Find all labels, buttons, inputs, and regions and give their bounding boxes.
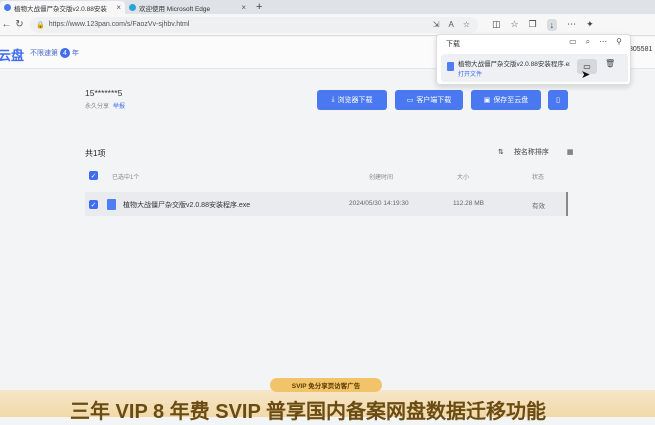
exe-file-icon [107,199,116,210]
header-time[interactable]: 创建时间 [369,172,393,181]
promo-headline: 三年 VIP 8 年费 SVIP 普享国内备案网盘数据迁移功能 [70,401,546,423]
header-selected: 已选中1个 [112,175,140,181]
download-item[interactable]: 植物大战僵尸杂交版v2.0.88安装程序.exe 打开文件 ▭ 🗑 [441,54,628,82]
table-row[interactable]: ✓ 植物大战僵尸杂交版v2.0.88安装程序.exe 2024/05/30 14… [85,192,568,216]
site-slogan: 不限速第 4 年 [30,48,79,58]
item-count: 共1项 [85,149,106,158]
sort-control[interactable]: ⇅ 按名称排序 ▦ [498,147,574,157]
address-bar-row: ← ↻ 🔒 https://www.123pan.com/s/FaozVv-sj… [0,14,655,36]
pan-favicon-icon [4,4,11,11]
tab-bar: 植物大战僵尸杂交版v2.0.88安装 × 欢迎使用 Microsoft Edge… [0,0,655,14]
file-size: 112.28 MB [453,200,484,207]
new-tab-button[interactable]: + [250,1,268,14]
copilot-icon[interactable]: ✦ [586,19,594,30]
tab-123pan[interactable]: 植物大战僵尸杂交版v2.0.88安装 × [0,1,125,14]
sort-icon: ⇅ [498,149,504,156]
close-tab-icon[interactable]: × [241,3,246,12]
open-downloads-folder-icon[interactable]: ▭ [569,37,577,47]
mobile-icon: ▯ [556,97,560,104]
download-file-name: 植物大战僵尸杂交版v2.0.88安装程序.exe [458,61,570,68]
downloads-title: 下载 [446,41,460,48]
reload-icon[interactable]: ↻ [13,19,26,30]
favorites-icon[interactable]: ☆ [511,19,519,30]
file-status: 有效 [532,203,545,210]
close-tab-icon[interactable]: × [116,3,121,12]
url-text: https://www.123pan.com/s/FaozVv-sjhbv.ht… [48,21,190,28]
promo-banner[interactable]: SVIP 免分享页访客广告 三年 VIP 8 年费 SVIP 普享国内备案网盘数… [0,378,655,423]
report-link[interactable]: 举报 [113,104,125,110]
share-info: 15*******5 永久分享 举报 [85,88,125,110]
site-logo[interactable]: 云盘 [0,45,24,64]
save-to-pan-button[interactable]: ▣ 保存至云盘 [471,90,541,110]
lock-icon[interactable]: 🔒 [36,21,45,29]
select-all-checkbox[interactable]: ✓ [89,171,98,180]
promo-badge: SVIP 免分享页访客广告 [270,378,382,392]
grid-view-icon[interactable]: ▦ [567,148,574,156]
file-time: 2024/05/30 14:19:30 [349,200,409,207]
client-download-button[interactable]: ▭ 客户端下载 [395,90,463,110]
header-status: 状态 [532,175,545,181]
read-aloud-icon[interactable]: A [448,20,453,29]
favorite-star-icon[interactable]: ☆ [463,20,470,29]
file-name[interactable]: 植物大战僵尸杂交版v2.0.88安装程序.exe [123,200,250,210]
edge-favicon-icon [129,4,136,11]
tab-edge-welcome[interactable]: 欢迎使用 Microsoft Edge × [125,1,250,14]
years-badge: 4 [60,48,70,58]
split-screen-icon[interactable]: ◫ [492,19,501,30]
share-code: 15*******5 [85,88,123,98]
downloads-icon[interactable]: ↓ [546,18,558,31]
save-icon: ▣ [483,97,491,104]
delete-icon[interactable]: 🗑 [605,59,615,68]
exe-file-icon [447,62,454,71]
url-field[interactable]: 🔒 https://www.123pan.com/s/FaozVv-sjhbv.… [30,16,478,33]
header-user-id: 805581 [629,46,653,53]
tab-title: 欢迎使用 Microsoft Edge [139,5,211,13]
table-header: ✓ 已选中1个 创建时间 大小 状态 [85,168,570,184]
row-checkbox[interactable]: ✓ [89,200,98,209]
download-icon: ⤓ [331,96,335,103]
share-meta: 永久分享 举报 [85,104,126,110]
downloads-panel: 下载 ▭ ⌕ ⋯ ⚲ 植物大战僵尸杂交版v2.0.88安装程序.exe 打开文件… [436,34,631,85]
browser-download-button[interactable]: ⤓ 浏览器下载 [317,90,387,110]
more-options-icon[interactable]: ⋯ [599,37,607,47]
search-icon[interactable]: ⌕ [586,37,590,47]
tab-title: 植物大战僵尸杂交版v2.0.88安装 [14,5,107,13]
header-size[interactable]: 大小 [457,172,469,181]
mobile-button[interactable]: ▯ [548,90,568,110]
collections-icon[interactable]: ❐ [529,19,537,30]
more-icon[interactable]: ⋯ [567,19,576,30]
pin-icon[interactable]: ⚲ [616,37,622,47]
translate-icon[interactable]: ⇲ [433,20,440,29]
back-icon[interactable]: ← [0,19,13,30]
client-icon: ▭ [406,97,414,104]
mouse-cursor-icon: ➤ [581,69,591,81]
sort-label[interactable]: 按名称排序 [514,147,549,157]
open-file-link[interactable]: 打开文件 [458,69,482,78]
